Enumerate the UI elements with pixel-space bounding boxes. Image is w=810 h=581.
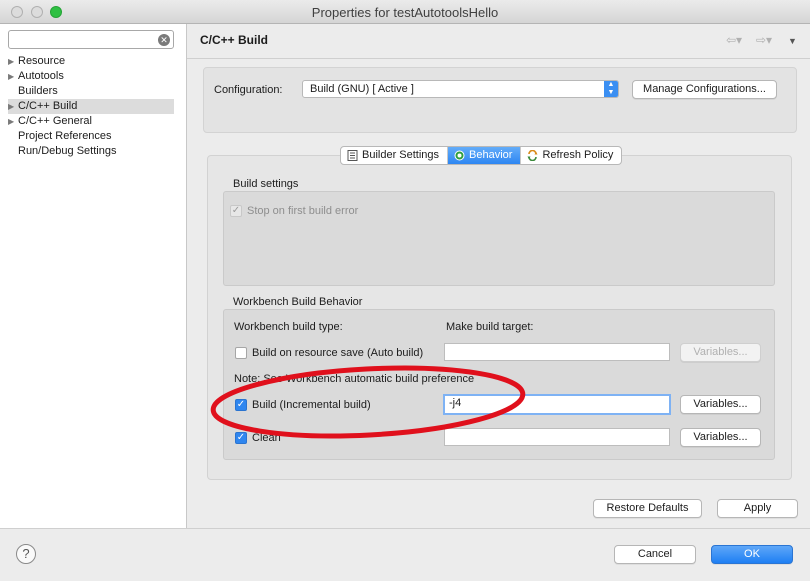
cancel-button[interactable]: Cancel [614,545,696,564]
refresh-policy-icon [527,150,538,161]
auto-build-checkbox[interactable] [235,347,247,359]
workbench-build-type-header: Workbench build type: [234,321,343,333]
tab-refresh-policy[interactable]: Refresh Policy [521,147,621,164]
behavior-icon [454,150,465,161]
annotation-ellipse [210,365,526,439]
restore-defaults-button[interactable]: Restore Defaults [593,499,702,518]
clear-filter-icon[interactable]: ✕ [158,34,170,46]
configuration-label: Configuration: [214,84,283,96]
expand-arrow-icon[interactable]: ▶ [8,69,18,84]
sidebar-item-cc-build[interactable]: ▶ C/C++ Build [8,99,174,114]
sidebar-item-cc-general[interactable]: ▶ C/C++ General [8,114,174,129]
auto-build-target-field[interactable] [444,343,670,361]
make-build-target-header: Make build target: [446,321,534,333]
build-settings-title: Build settings [233,178,299,190]
page-title: C/C++ Build [200,33,269,47]
sidebar-item-builders[interactable]: Builders [8,84,174,99]
header-divider [187,58,810,59]
forward-arrow-icon[interactable]: ⇨▾ [756,33,772,47]
help-icon[interactable]: ? [16,544,36,564]
sidebar-item-resource[interactable]: ▶ Resource [8,54,174,69]
back-arrow-icon[interactable]: ⇦▾ [726,33,742,47]
configuration-group [203,67,797,133]
incremental-build-variables-button[interactable]: Variables... [680,395,761,414]
auto-build-label: Build on resource save (Auto build) [252,347,424,359]
view-menu-icon[interactable]: ▼ [788,36,797,46]
auto-build-variables-button[interactable]: Variables... [680,343,761,362]
apply-button[interactable]: Apply [717,499,798,518]
builder-settings-icon [347,150,358,161]
sidebar-item-project-references[interactable]: Project References [8,129,174,144]
stop-on-first-error-checkbox[interactable]: ✓ [230,205,242,217]
tab-behavior[interactable]: Behavior [448,147,522,164]
expand-arrow-icon[interactable]: ▶ [8,54,18,69]
footer-divider [0,528,810,529]
tab-bar: Builder Settings Behavior Refresh Policy [340,146,623,165]
configuration-select[interactable]: Build (GNU) [ Active ] ▲ ▼ [302,80,619,98]
expand-arrow-icon[interactable]: ▶ [8,99,18,114]
sidebar-item-run-debug-settings[interactable]: Run/Debug Settings [8,144,174,159]
expand-arrow-icon[interactable]: ▶ [8,114,18,129]
window-title: Properties for testAutotoolsHello [311,5,499,20]
clean-variables-button[interactable]: Variables... [680,428,761,447]
stop-on-first-error-label: Stop on first build error [247,205,359,217]
workbench-behavior-title: Workbench Build Behavior [233,296,363,308]
select-arrows-icon[interactable]: ▲ ▼ [604,81,618,97]
ok-button[interactable]: OK [711,545,793,564]
manage-configurations-button[interactable]: Manage Configurations... [632,80,777,99]
tab-builder-settings[interactable]: Builder Settings [341,147,449,164]
sidebar-item-autotools[interactable]: ▶ Autotools [8,69,174,84]
filter-input[interactable] [8,30,174,49]
